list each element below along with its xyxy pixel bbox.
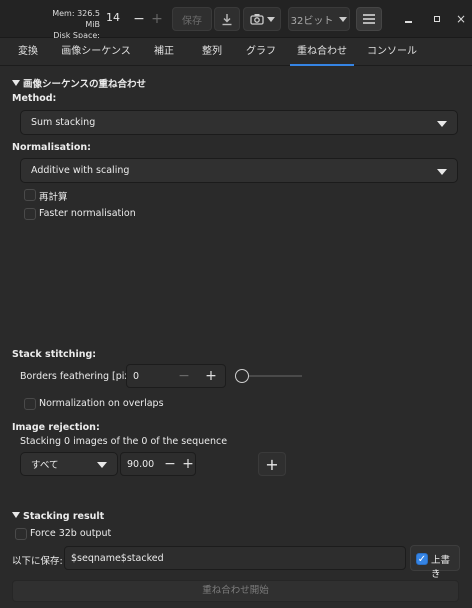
expander-arrow-icon — [12, 512, 20, 518]
normalisation-combo[interactable]: Additive with scaling — [20, 158, 458, 183]
dropdown-arrow-icon — [437, 121, 447, 127]
feathering-slider-handle[interactable] — [235, 369, 249, 383]
bitdepth-label: 32ビット — [290, 15, 334, 27]
rejection-info: Stacking 0 images of the 0 of the sequen… — [20, 436, 228, 447]
feathering-decrease-button[interactable]: − — [174, 366, 194, 386]
hamburger-menu-icon — [363, 14, 375, 24]
overwrite-label: 上書き — [431, 555, 451, 580]
dropdown-arrow-icon — [97, 462, 107, 468]
feathering-value[interactable]: 0 — [133, 371, 139, 382]
camera-icon — [249, 14, 264, 25]
notebook-tabs: 変換 画像シーケンス 補正 整列 グラフ 重ね合わせ コンソール — [0, 38, 472, 66]
close-icon: × — [455, 12, 467, 26]
stitching-title: Stack stitching: — [12, 349, 97, 360]
rejection-filter-combo[interactable]: すべて — [20, 452, 118, 476]
tab-plot[interactable]: グラフ — [238, 38, 284, 66]
force-32b-checkbox[interactable] — [15, 528, 27, 540]
recompute-checkbox[interactable] — [24, 189, 36, 201]
rejection-decrease-button[interactable]: − — [160, 454, 180, 474]
start-stacking-button[interactable]: 重ね合わせ開始 — [12, 580, 459, 602]
faster-normalisation-checkbox[interactable] — [24, 208, 36, 220]
tab-stacking[interactable]: 重ね合わせ — [290, 38, 354, 66]
result-section-header[interactable]: Stacking result — [12, 511, 104, 522]
overwrite-checkbox[interactable]: ✓ — [416, 553, 428, 565]
save-as-label: 以下に保存: — [12, 556, 63, 567]
bitdepth-selector[interactable]: 32ビット — [288, 7, 350, 31]
minimize-button[interactable] — [398, 8, 418, 30]
method-label: Method: — [12, 93, 57, 104]
thread-decrease-button[interactable]: − — [130, 7, 148, 31]
overlap-normalization-checkbox[interactable] — [24, 398, 36, 410]
output-filename-input[interactable]: $seqname$stacked — [64, 546, 406, 570]
expander-arrow-icon — [12, 80, 20, 86]
stacking-section-header[interactable]: 画像シーケンスの重ね合わせ — [12, 76, 146, 90]
dropdown-arrow-icon — [437, 169, 447, 175]
maximize-icon — [434, 16, 440, 22]
tab-console[interactable]: コンソール — [362, 38, 422, 66]
tab-conversion[interactable]: 変換 — [8, 38, 48, 66]
tab-registration[interactable]: 整列 — [192, 38, 232, 66]
feathering-increase-button[interactable]: + — [201, 366, 221, 386]
chevron-down-icon — [339, 16, 348, 22]
maximize-button[interactable] — [427, 8, 447, 30]
download-icon — [222, 13, 232, 25]
overlap-normalization-label: Normalization on overlaps — [39, 398, 164, 409]
header-bar: Mem: 326.5 MiB Disk Space: 2.5 TiB 14 − … — [0, 0, 472, 51]
snapshot-button[interactable] — [243, 7, 281, 31]
tab-sequence[interactable]: 画像シーケンス — [56, 38, 136, 66]
export-button[interactable] — [214, 7, 240, 31]
main-menu-button[interactable] — [356, 7, 382, 31]
normalisation-label: Normalisation: — [12, 142, 91, 153]
normalisation-value: Additive with scaling — [31, 165, 130, 176]
output-filename-value[interactable]: $seqname$stacked — [71, 553, 164, 564]
method-value: Sum stacking — [31, 117, 96, 128]
method-combo[interactable]: Sum stacking — [20, 110, 458, 135]
recompute-label: 再計算 — [39, 192, 68, 203]
save-button[interactable]: 保存 — [172, 7, 212, 31]
minimize-icon — [404, 21, 412, 23]
thread-increase-button[interactable]: + — [148, 7, 166, 31]
thread-count[interactable]: 14 — [106, 11, 120, 24]
force-32b-label: Force 32b output — [30, 528, 112, 539]
plus-icon: + — [265, 454, 279, 474]
result-section-title: Stacking result — [23, 511, 105, 522]
tab-calibration[interactable]: 補正 — [144, 38, 184, 66]
rejection-increase-button[interactable]: + — [178, 454, 198, 474]
rejection-filter-value: すべて — [31, 460, 59, 471]
stacking-section-title: 画像シーケンスの重ね合わせ — [23, 79, 147, 90]
add-filter-button[interactable]: + — [258, 452, 286, 476]
rejection-title: Image rejection: — [12, 422, 100, 433]
close-button[interactable]: × — [452, 8, 470, 30]
faster-normalisation-label: Faster normalisation — [39, 208, 136, 219]
memory-label: Mem: 326.5 MiB — [52, 9, 100, 29]
feathering-label: Borders feathering [pix]: — [20, 371, 137, 382]
overwrite-toggle[interactable]: ✓ 上書き — [410, 545, 460, 580]
chevron-down-icon — [266, 16, 275, 22]
rejection-number-value[interactable]: 90.00 — [127, 459, 154, 470]
